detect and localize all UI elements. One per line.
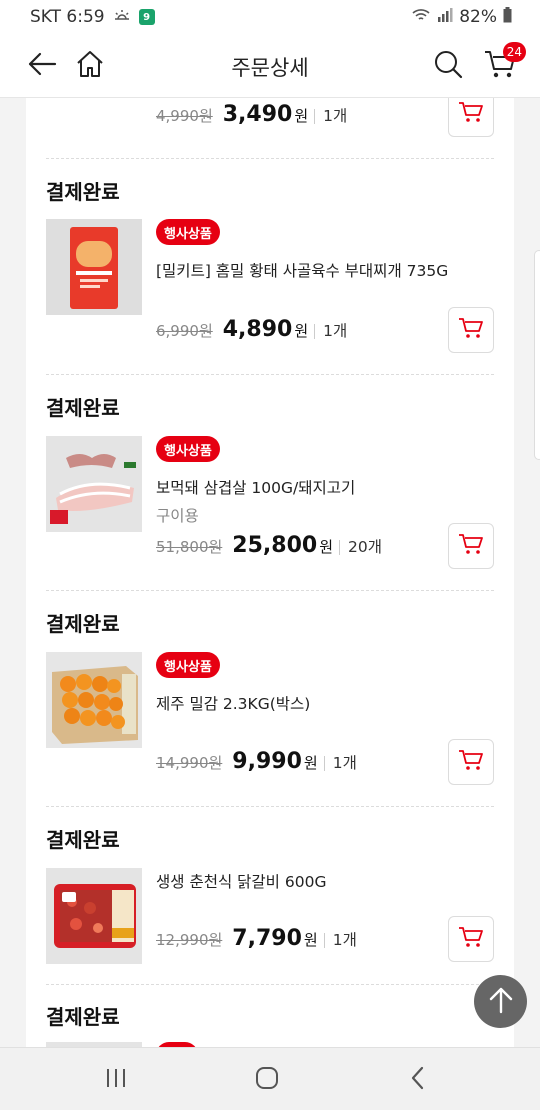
promo-tag: 행사상품: [156, 436, 220, 462]
product-image[interactable]: [46, 219, 142, 315]
order-status-label: 결제완료: [46, 612, 120, 636]
quantity: 1개: [314, 323, 347, 339]
list-item[interactable]: 행사상품 [밀키트] 홈밀 황태 사골육수 부대찌개 735G 6,990원 4…: [46, 219, 494, 353]
divider: [46, 590, 494, 591]
add-to-cart-button[interactable]: [448, 523, 494, 569]
product-name[interactable]: [밀키트] 홈밀 황태 사골육수 부대찌개 735G: [156, 259, 448, 281]
quantity: 20개: [339, 539, 382, 555]
arrow-up-icon: [488, 986, 514, 1018]
quantity: 1개: [323, 755, 357, 771]
quantity: 1개: [323, 932, 357, 948]
cart-icon: [458, 532, 484, 560]
search-icon: [433, 49, 463, 83]
product-name[interactable]: 생생 춘천식 닭갈비 600G: [156, 870, 326, 892]
add-to-cart-button[interactable]: [448, 739, 494, 785]
weather-icon: [113, 7, 131, 27]
divider: [46, 984, 494, 985]
price-row: 4,990원 3,490 원 1개: [156, 102, 347, 127]
cart-icon: [458, 748, 484, 776]
sale-price: 25,800: [232, 533, 318, 558]
recent-apps-button[interactable]: [98, 1064, 134, 1096]
order-status-label: 결제완료: [46, 396, 120, 420]
cart-button[interactable]: 24: [480, 42, 526, 86]
product-name[interactable]: 보먹돼 삼겹살 100G/돼지고기: [156, 476, 355, 498]
order-status: 결제완료: [46, 824, 494, 853]
currency-unit: 원: [303, 931, 318, 949]
list-item[interactable]: 생생 춘천식 닭갈비 600G 12,990원 7,790 원 1개: [46, 868, 494, 988]
scroll-to-top-button[interactable]: [474, 975, 527, 1028]
product-option: 구이용: [156, 507, 199, 525]
search-button[interactable]: [428, 46, 468, 86]
promo-tag: 행사상품: [156, 219, 220, 245]
notification-badge: 9: [138, 9, 155, 25]
price-row: 12,990원 7,790 원 1개: [156, 926, 357, 951]
product-name[interactable]: 제주 밀감 2.3KG(박스): [156, 692, 310, 714]
sale-price: 4,890: [222, 317, 293, 342]
cart-icon: [458, 316, 484, 344]
cart-icon: [458, 100, 484, 128]
carrier-time: SKT 6:59: [30, 7, 105, 27]
price-row: 51,800원 25,800 원 20개: [156, 533, 382, 558]
chevron-left-icon: [410, 1066, 426, 1094]
currency-unit: 원: [319, 538, 334, 556]
order-status: 결제완료: [46, 608, 494, 637]
order-status: 결제완료: [46, 1001, 494, 1030]
battery-icon: [503, 6, 512, 28]
list-item: 4,990원 3,490 원 1개: [46, 98, 494, 148]
original-price: 12,990원: [156, 931, 223, 949]
order-status-label: 결제완료: [46, 180, 120, 204]
add-to-cart-button[interactable]: [448, 916, 494, 962]
divider: [46, 806, 494, 807]
original-price: 6,990원: [156, 322, 213, 340]
cart-count-badge: 24: [502, 42, 526, 62]
divider: [46, 158, 494, 159]
sale-price: 9,990: [232, 749, 302, 774]
add-to-cart-button[interactable]: [448, 98, 494, 137]
product-image[interactable]: [46, 868, 142, 964]
product-image[interactable]: [46, 652, 142, 748]
order-detail-list: 4,990원 3,490 원 1개 결제완료 행사상품 [밀키트] 홈밀 황태 …: [26, 98, 514, 1047]
order-status-label: 결제완료: [46, 1005, 120, 1029]
battery-level: 82%: [459, 7, 497, 27]
back-nav-button[interactable]: [400, 1064, 436, 1096]
currency-unit: 원: [303, 754, 318, 772]
system-nav-bar: [0, 1047, 540, 1110]
divider: [46, 374, 494, 375]
list-item[interactable]: 행사상품 제주 밀감 2.3KG(박스) 14,990원 9,990 원 1개: [46, 652, 494, 785]
sale-price: 7,790: [232, 926, 302, 951]
price-row: 6,990원 4,890 원 1개: [156, 317, 347, 342]
cart-icon: [458, 925, 484, 953]
status-bar: SKT 6:59 9 82%: [0, 0, 540, 34]
add-to-cart-button[interactable]: [448, 307, 494, 353]
list-item[interactable]: 행사상품 보먹돼 삼겹살 100G/돼지고기 구이용 51,800원 25,80…: [46, 436, 494, 569]
product-image[interactable]: [46, 436, 142, 532]
order-status: 결제완료: [46, 392, 494, 421]
home-nav-button[interactable]: [249, 1064, 285, 1096]
currency-unit: 원: [294, 322, 309, 340]
promo-tag: 행사상품: [156, 652, 220, 678]
quantity: 1개: [314, 108, 347, 124]
app-header: 주문상세 24: [0, 34, 540, 98]
side-panel-handle[interactable]: [534, 250, 540, 460]
original-price: 51,800원: [156, 538, 223, 556]
order-status-label: 결제완료: [46, 828, 120, 852]
home-circle-icon: [255, 1066, 279, 1094]
original-price: 4,990원: [156, 107, 213, 125]
sale-price: 3,490: [222, 102, 293, 127]
recent-apps-icon: [105, 1068, 127, 1092]
price-row: 14,990원 9,990 원 1개: [156, 749, 357, 774]
order-status: 결제완료: [46, 176, 494, 205]
original-price: 14,990원: [156, 754, 223, 772]
currency-unit: 원: [294, 107, 309, 125]
signal-icon: [437, 7, 453, 27]
wifi-icon: [411, 7, 431, 28]
